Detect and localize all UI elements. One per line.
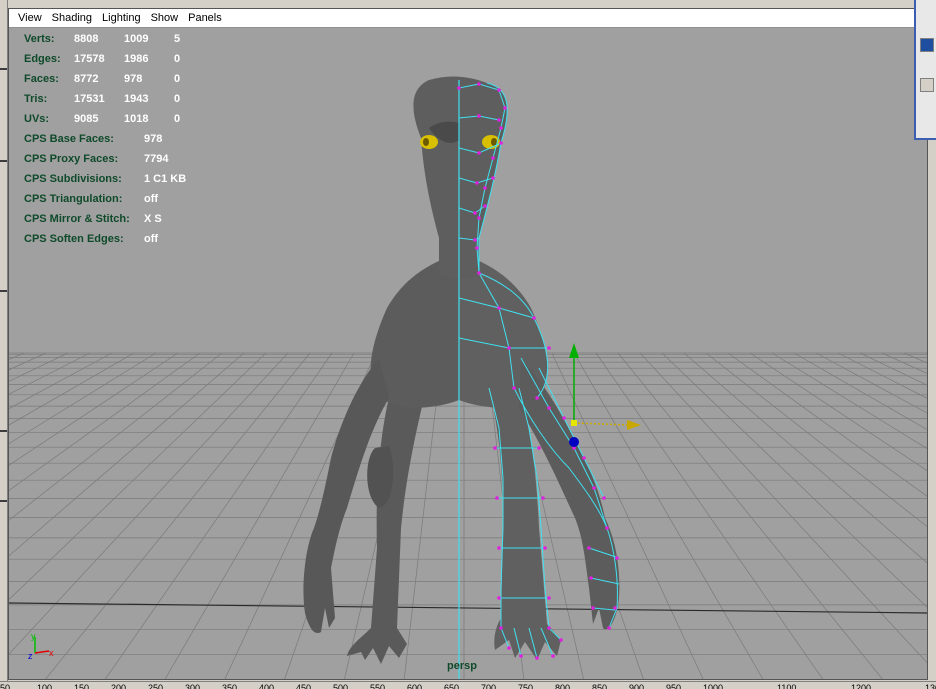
menu-show[interactable]: Show (146, 9, 184, 28)
hud-label: Faces: (24, 73, 59, 85)
menu-shading[interactable]: Shading (47, 9, 97, 28)
hud-value: 0 (174, 73, 181, 85)
edge-mark (0, 160, 7, 162)
menu-lighting[interactable]: Lighting (97, 9, 146, 28)
time-slider-ticks: 50 100 150 200 250 300 350 400 450 500 550 600 650 70… (0, 683, 936, 689)
time-tick-label: 300 (185, 683, 201, 689)
hud-label: UVs: (24, 113, 50, 125)
hud-label: CPS Soften Edges: (24, 233, 124, 245)
hud-value: off (144, 193, 159, 205)
time-tick-label: 50 (0, 683, 11, 689)
hud-label: CPS Mirror & Stitch: (24, 213, 130, 225)
time-tick-label: 1300 (925, 683, 936, 689)
hud-value: 0 (174, 93, 181, 105)
hud-value: 1018 (124, 113, 149, 125)
panel-button[interactable] (920, 78, 934, 92)
hud-value: 1943 (124, 93, 149, 105)
hud-label: CPS Triangulation: (24, 193, 123, 205)
time-tick-label: 600 (407, 683, 423, 689)
edge-mark (0, 430, 7, 432)
panel-button[interactable] (920, 38, 934, 52)
time-tick-label: 1100 (777, 683, 797, 689)
axis-z-label: z (28, 651, 33, 661)
hud-value: 978 (124, 73, 143, 85)
menu-panels[interactable]: Panels (183, 9, 227, 28)
time-tick-label: 800 (555, 683, 571, 689)
axis-indicator-icon: y z x (28, 631, 54, 661)
hud-value: 7794 (144, 153, 169, 165)
time-tick-label: 950 (666, 683, 682, 689)
time-tick-label: 750 (518, 683, 534, 689)
hud-value: 17531 (74, 93, 105, 105)
edge-mark (0, 68, 7, 70)
time-tick-label: 850 (592, 683, 608, 689)
hud-label: Verts: (24, 33, 55, 45)
time-tick-label: 550 (370, 683, 386, 689)
time-tick-label: 500 (333, 683, 349, 689)
hud-label: Edges: (24, 53, 61, 65)
time-tick-label: 150 (74, 683, 90, 689)
time-tick-label: 350 (222, 683, 238, 689)
hud-value: 1 C1 KB (144, 173, 187, 185)
hud-value: 8808 (74, 33, 99, 45)
time-tick-label: 200 (111, 683, 127, 689)
hud-label: Tris: (24, 93, 48, 105)
perspective-viewport[interactable]: View Shading Lighting Show Panels Verts:… (8, 8, 928, 680)
hud-value: 9085 (74, 113, 99, 125)
time-tick-label: 450 (296, 683, 312, 689)
camera-name: persp (447, 660, 477, 672)
time-slider[interactable]: 50 100 150 200 250 300 350 400 450 500 550 600 650 70… (0, 681, 936, 689)
time-tick-label: 900 (629, 683, 645, 689)
time-tick-label: 1200 (851, 683, 872, 689)
hud-value: off (144, 233, 159, 245)
side-panel-edge[interactable] (914, 0, 936, 140)
left-toolbar-edge (0, 0, 8, 689)
hud-value: X S (144, 213, 162, 225)
edge-mark (0, 500, 7, 502)
time-tick-label: 700 (481, 683, 497, 689)
time-tick-label: 100 (37, 683, 53, 689)
time-tick-label: 650 (444, 683, 460, 689)
menu-view[interactable]: View (13, 9, 47, 28)
hud-value: 17578 (74, 53, 105, 65)
maya-window: View Shading Lighting Show Panels Verts:… (0, 0, 936, 689)
panel-menu-bar: View Shading Lighting Show Panels (9, 9, 915, 28)
axis-x-label: x (49, 648, 54, 658)
hud-value: 1986 (124, 53, 149, 65)
hud-label: CPS Subdivisions: (24, 173, 122, 185)
hud-value: 5 (174, 33, 181, 45)
hud-value: 978 (144, 133, 163, 145)
time-tick-label: 1000 (703, 683, 724, 689)
hud-value: 0 (174, 113, 181, 125)
axis-y-label: y (31, 631, 36, 641)
hud-label: CPS Proxy Faces: (24, 153, 119, 165)
hud-value: 0 (174, 53, 181, 65)
hud-value: 8772 (74, 73, 99, 85)
edge-mark (0, 290, 7, 292)
hud-value: 1009 (124, 33, 149, 45)
time-tick-label: 250 (148, 683, 164, 689)
hud-label: CPS Base Faces: (24, 133, 114, 145)
time-tick-label: 400 (259, 683, 275, 689)
